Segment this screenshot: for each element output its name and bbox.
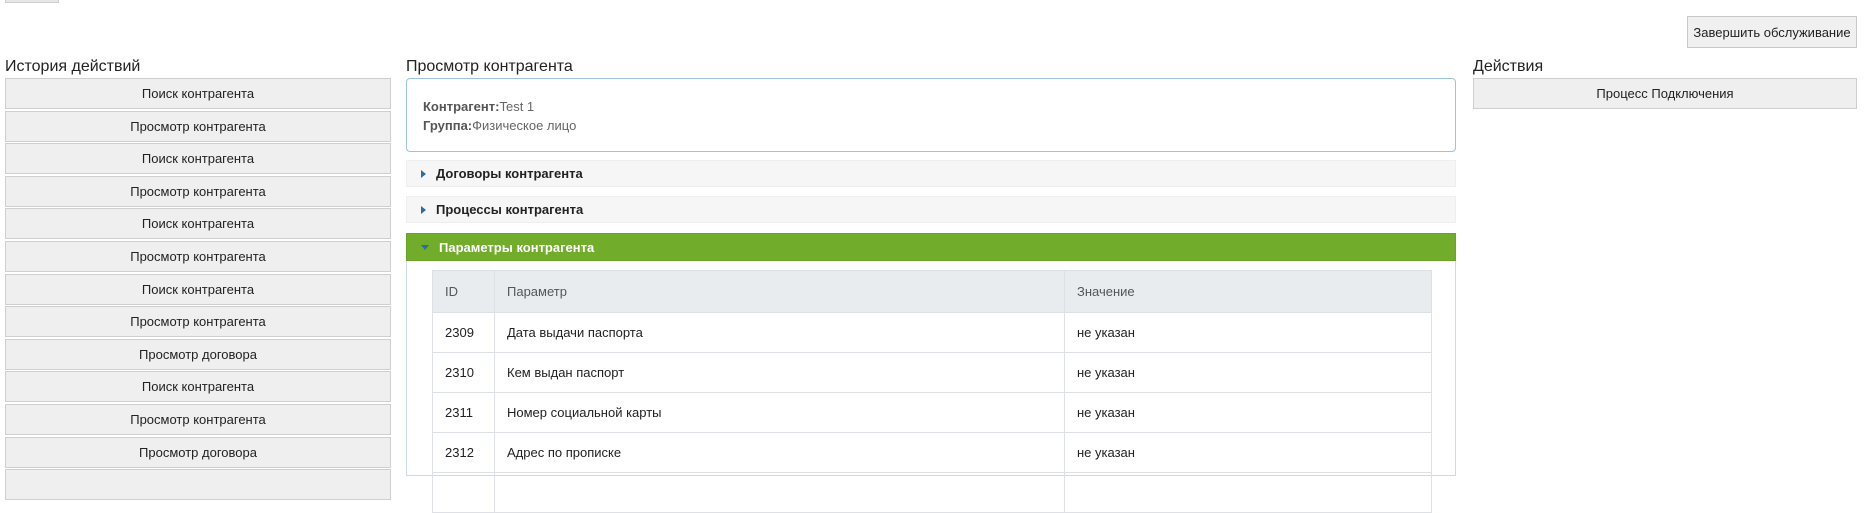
caret-right-icon	[421, 205, 426, 214]
history-item[interactable]: Поиск контрагента	[5, 78, 391, 109]
cell-id: 2310	[432, 352, 495, 393]
history-item[interactable]: Просмотр контрагента	[5, 110, 391, 142]
cell-id	[432, 472, 495, 513]
table-row[interactable]: 2309 Дата выдачи паспорта не указан	[432, 312, 1432, 353]
history-item[interactable]: Просмотр договора	[5, 436, 391, 468]
cell-parameter: Кем выдан паспорт	[494, 352, 1065, 393]
history-title: История действий	[5, 58, 141, 75]
cell-parameter: Дата выдачи паспорта	[494, 312, 1065, 353]
section-label: Договоры контрагента	[436, 166, 583, 181]
caret-right-icon	[421, 169, 426, 178]
section-label: Процессы контрагента	[436, 202, 584, 217]
cell-value: не указан	[1064, 352, 1432, 393]
cell-id: 2309	[432, 312, 495, 353]
cell-value: не указан	[1064, 432, 1432, 473]
section-processes-header[interactable]: Процессы контрагента	[406, 196, 1456, 223]
history-item[interactable]	[5, 469, 391, 501]
cell-parameter	[494, 472, 1065, 513]
counterparty-label: Контрагент:	[423, 99, 500, 114]
section-parameters-header[interactable]: Параметры контрагента	[406, 233, 1456, 261]
history-list: Поиск контрагента Просмотр контрагента П…	[5, 78, 391, 502]
history-item[interactable]: Поиск контрагента	[5, 143, 391, 175]
counterparty-value: Test 1	[499, 99, 535, 114]
parameters-table: ID Параметр Значение 2309 Дата выдачи па…	[432, 270, 1432, 513]
group-line: Группа:Физическое лицо	[423, 118, 1455, 137]
finish-service-button[interactable]: Завершить обслуживание	[1687, 16, 1857, 48]
page-title: Просмотр контрагента	[406, 58, 573, 75]
column-header-id[interactable]: ID	[432, 270, 495, 313]
caret-down-icon	[421, 244, 429, 250]
history-item[interactable]: Просмотр контрагента	[5, 403, 391, 435]
top-button-stub[interactable]	[5, 0, 59, 3]
history-item[interactable]: Поиск контрагента	[5, 371, 391, 403]
table-row[interactable]	[432, 472, 1432, 513]
history-item[interactable]: Просмотр договора	[5, 338, 391, 370]
section-contracts-header[interactable]: Договоры контрагента	[406, 160, 1456, 187]
table-row[interactable]: 2312 Адрес по прописке не указан	[432, 432, 1432, 473]
cell-id: 2312	[432, 432, 495, 473]
column-header-parameter[interactable]: Параметр	[494, 270, 1065, 313]
history-item[interactable]: Просмотр контрагента	[5, 240, 391, 272]
column-header-value[interactable]: Значение	[1064, 270, 1432, 313]
connection-process-button[interactable]: Процесс Подключения	[1473, 78, 1857, 109]
history-item[interactable]: Просмотр контрагента	[5, 306, 391, 338]
history-item[interactable]: Просмотр контрагента	[5, 175, 391, 207]
counterparty-info-panel: Контрагент:Test 1 Группа:Физическое лицо	[406, 78, 1456, 152]
cell-parameter: Номер социальной карты	[494, 392, 1065, 433]
section-parameters-body: ID Параметр Значение 2309 Дата выдачи па…	[406, 261, 1456, 513]
actions-title: Действия	[1473, 58, 1544, 75]
cell-value: не указан	[1064, 312, 1432, 353]
group-value: Физическое лицо	[472, 118, 577, 133]
table-row[interactable]: 2310 Кем выдан паспорт не указан	[432, 352, 1432, 393]
counterparty-line: Контрагент:Test 1	[423, 99, 1455, 118]
cell-parameter: Адрес по прописке	[494, 432, 1065, 473]
cell-id: 2311	[432, 392, 495, 433]
cell-value: не указан	[1064, 392, 1432, 433]
group-label: Группа:	[423, 118, 473, 133]
history-item[interactable]: Поиск контрагента	[5, 273, 391, 305]
section-label: Параметры контрагента	[439, 239, 595, 255]
cell-value	[1064, 472, 1432, 513]
table-header-row: ID Параметр Значение	[432, 270, 1432, 313]
history-item[interactable]: Поиск контрагента	[5, 208, 391, 240]
table-row[interactable]: 2311 Номер социальной карты не указан	[432, 392, 1432, 433]
